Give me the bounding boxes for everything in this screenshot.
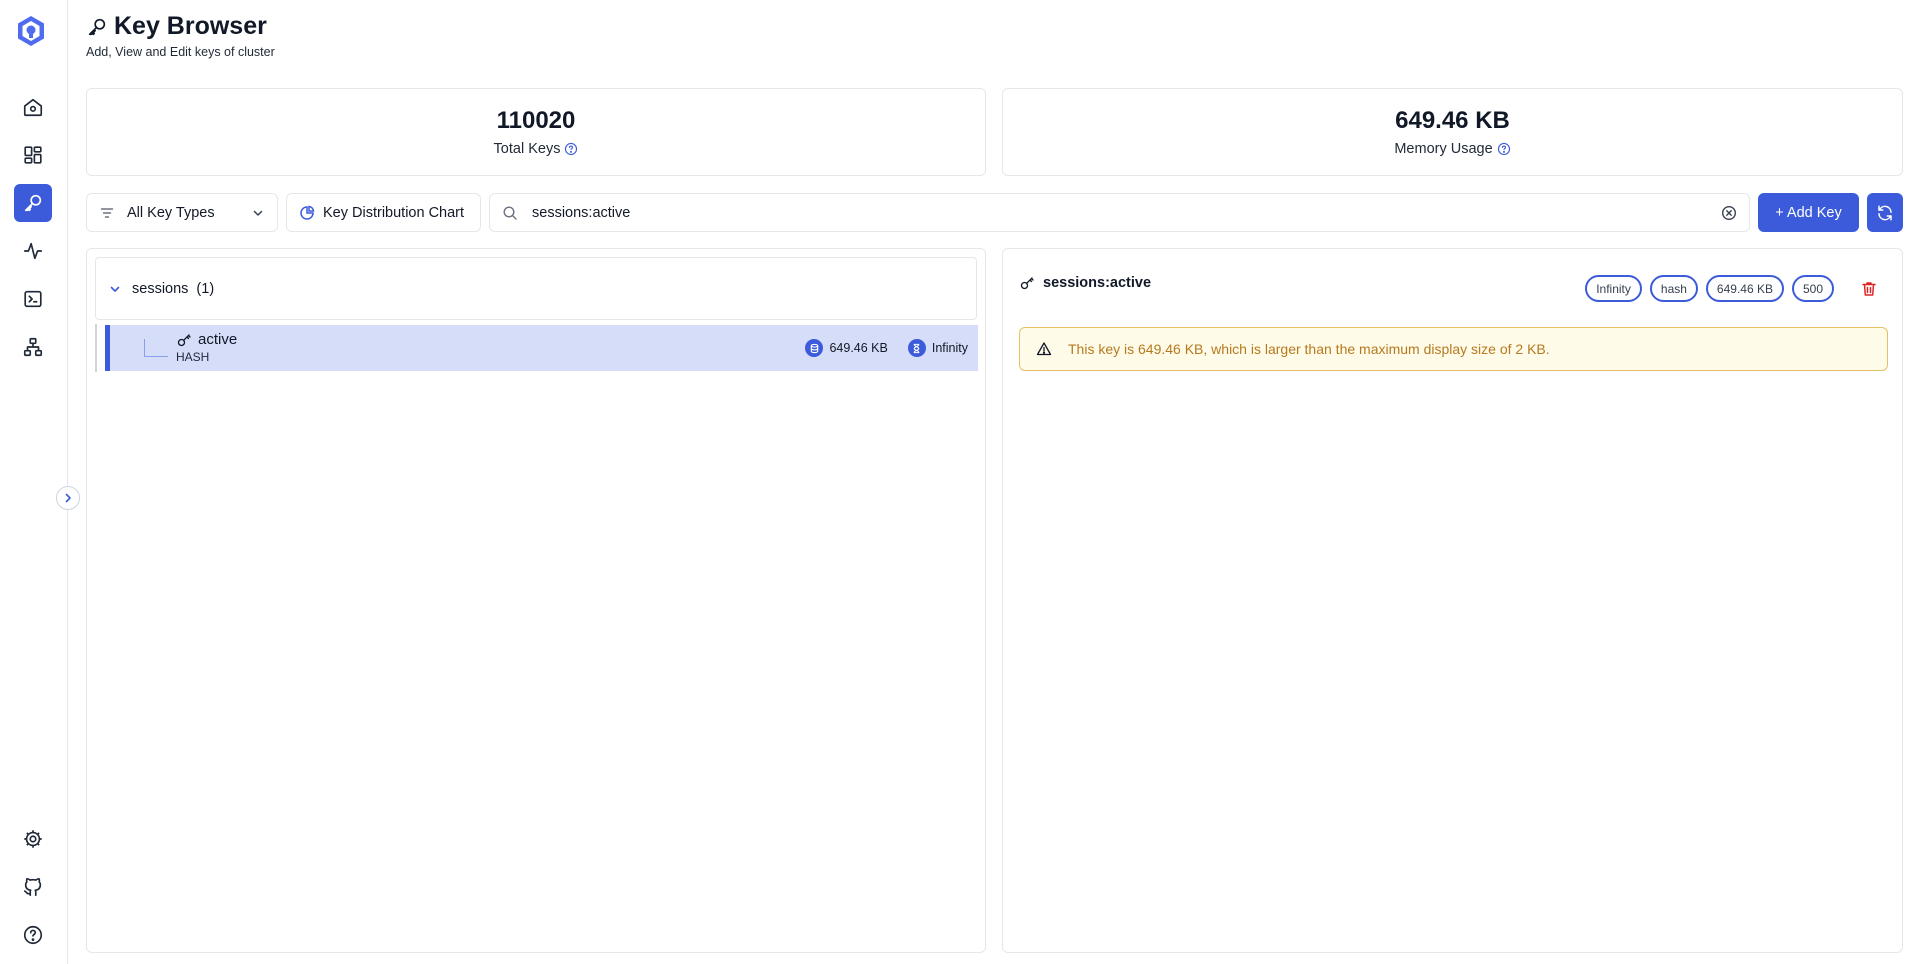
size-badge: 649.46 KB: [1705, 275, 1784, 302]
chevron-right-icon: [65, 493, 71, 503]
key-icon: [88, 18, 106, 35]
search-icon: [503, 205, 517, 220]
activity-icon: [23, 242, 43, 260]
size-warning-text: This key is 649.46 KB, which is larger t…: [1068, 341, 1550, 357]
count-badge: 500: [1791, 275, 1834, 302]
chevron-down-icon: [110, 286, 120, 292]
tree-group-count: (1): [196, 280, 215, 297]
tree-group-name: sessions: [132, 280, 189, 297]
memory-usage-label: Memory Usage: [1394, 141, 1493, 157]
memory-usage-value: 649.46 KB: [1395, 107, 1510, 134]
total-keys-value: 110020: [496, 107, 576, 134]
refresh-icon: [1878, 205, 1892, 220]
sidebar-expand-toggle[interactable]: [56, 486, 80, 510]
chevron-down-icon: [253, 210, 263, 216]
hourglass-icon: [907, 339, 926, 357]
settings-icon: [24, 830, 42, 848]
help-icon[interactable]: [564, 142, 578, 156]
size-warning-alert: This key is 649.46 KB, which is larger t…: [1019, 327, 1888, 371]
tree-key-name: active: [198, 331, 238, 348]
key-search: [489, 193, 1750, 232]
sidebar-item-widgets[interactable]: [14, 136, 52, 174]
sidebar-item-cluster[interactable]: [14, 328, 52, 366]
page-header: Key Browser Add, View and Edit keys of c…: [86, 12, 275, 59]
key-icon: [177, 333, 191, 346]
sidebar-item-dashboard[interactable]: [14, 88, 52, 126]
sidebar-item-help[interactable]: [14, 916, 52, 954]
tree-key-ttl: Infinity: [931, 341, 968, 355]
key-type-filter-label: All Key Types: [127, 204, 215, 221]
search-input[interactable]: [532, 204, 1721, 221]
key-tree-panel: sessions (1) active HASH 649.46 KB Infin…: [86, 248, 986, 953]
warning-triangle-icon: [1036, 342, 1052, 356]
github-icon: [23, 877, 42, 897]
total-keys-card: 110020 Total Keys: [86, 88, 986, 176]
cluster-icon: [23, 337, 43, 357]
pie-chart-icon: [300, 205, 315, 220]
sidebar-item-github[interactable]: [14, 868, 52, 906]
key-detail-title: sessions:active: [1043, 275, 1152, 291]
page-title: Key Browser: [114, 12, 267, 40]
key-detail-panel: sessions:active Infinity hash 649.46 KB …: [1002, 248, 1903, 953]
add-key-button[interactable]: + Add Key: [1758, 193, 1859, 232]
key-type-filter[interactable]: All Key Types: [86, 193, 278, 232]
filter-icon: [100, 207, 114, 218]
memory-usage-card: 649.46 KB Memory Usage: [1002, 88, 1903, 176]
tree-key-type: HASH: [176, 350, 210, 364]
help-icon: [23, 925, 43, 945]
key-icon: [24, 194, 42, 212]
key-icon: [1020, 277, 1034, 290]
ttl-badge: Infinity: [1585, 275, 1642, 302]
key-distribution-chart-button[interactable]: Key Distribution Chart: [286, 193, 481, 232]
key-detail-header: sessions:active Infinity hash 649.46 KB …: [1019, 265, 1888, 335]
clear-icon[interactable]: [1721, 205, 1737, 221]
tree-key-row[interactable]: active HASH 649.46 KB Infinity: [105, 325, 978, 371]
total-keys-label: Total Keys: [493, 141, 561, 157]
dashboard-home-icon: [23, 98, 43, 117]
terminal-icon: [24, 290, 42, 308]
trash-icon[interactable]: [1860, 280, 1878, 298]
logo-icon[interactable]: [13, 13, 49, 49]
sidebar-item-key-browser[interactable]: [14, 184, 52, 222]
widgets-icon: [24, 146, 42, 164]
tree-guide-line: [95, 324, 97, 372]
help-icon[interactable]: [1497, 142, 1511, 156]
refresh-button[interactable]: [1867, 193, 1903, 232]
key-distribution-chart-label: Key Distribution Chart: [323, 204, 465, 221]
sidebar-item-terminal[interactable]: [14, 280, 52, 318]
tree-group-row[interactable]: sessions (1): [95, 257, 977, 320]
sidebar-item-settings[interactable]: [14, 820, 52, 858]
tree-key-size: 649.46 KB: [829, 341, 888, 355]
database-icon: [805, 339, 824, 357]
tree-connector: [144, 339, 168, 357]
page-subtitle: Add, View and Edit keys of cluster: [86, 45, 275, 59]
sidebar: [0, 0, 68, 964]
type-badge: hash: [1649, 275, 1698, 302]
sidebar-item-monitoring[interactable]: [14, 232, 52, 270]
